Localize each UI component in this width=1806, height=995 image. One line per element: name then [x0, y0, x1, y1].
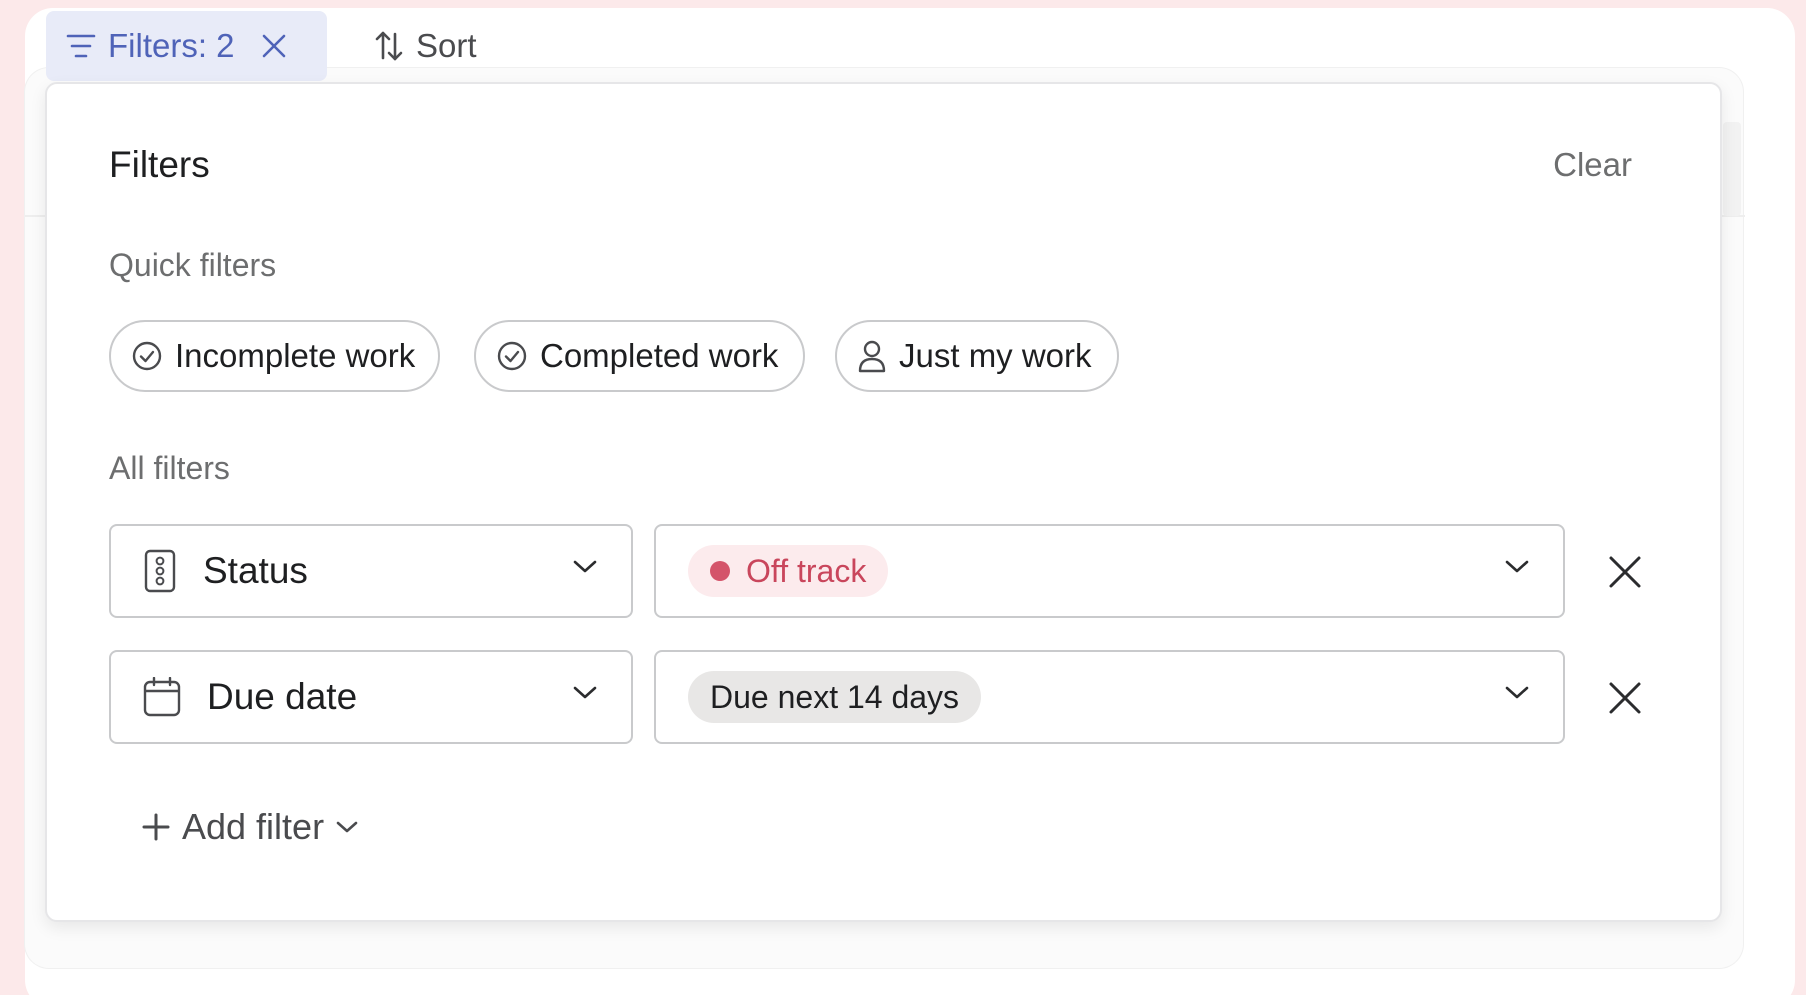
- filters-button[interactable]: Filters: 2: [46, 11, 327, 81]
- filters-count-label: Filters: 2: [108, 27, 235, 64]
- filter-field-label: Status: [203, 550, 308, 591]
- check-circle-icon: [496, 340, 528, 372]
- remove-filter-due-date-button[interactable]: [1605, 678, 1645, 718]
- quick-filter-completed-work[interactable]: Completed work: [474, 320, 805, 392]
- panel-title: Filters: [109, 144, 210, 185]
- chevron-down-icon: [1505, 686, 1529, 700]
- sort-label: Sort: [416, 27, 477, 64]
- quick-filter-incomplete-work[interactable]: Incomplete work: [109, 320, 440, 392]
- chevron-down-icon: [1505, 560, 1529, 574]
- close-icon: [1608, 681, 1642, 715]
- filter-value-select-status[interactable]: Off track: [654, 524, 1565, 618]
- background-scrollbar: [1723, 122, 1741, 216]
- close-icon: [1608, 555, 1642, 589]
- chevron-down-icon: [336, 820, 358, 834]
- chevron-down-icon: [573, 560, 597, 574]
- quick-filter-label: Incomplete work: [175, 337, 416, 374]
- clear-filters-x-icon[interactable]: [261, 33, 287, 59]
- check-circle-icon: [131, 340, 163, 372]
- status-icon: [143, 549, 177, 593]
- due-date-value-label: Due next 14 days: [710, 678, 960, 715]
- quick-filter-label: Just my work: [899, 337, 1092, 374]
- filter-field-select-due-date[interactable]: Due date: [109, 650, 633, 744]
- filter-value-select-due-date[interactable]: Due next 14 days: [654, 650, 1565, 744]
- calendar-icon: [143, 677, 181, 717]
- status-value-token: Off track: [688, 545, 889, 597]
- quick-filter-just-my-work[interactable]: Just my work: [835, 320, 1119, 392]
- filter-field-label: Due date: [207, 676, 358, 717]
- filter-lines-icon: [66, 33, 96, 59]
- sort-arrows-icon: [374, 30, 404, 62]
- sort-button[interactable]: Sort: [370, 11, 477, 81]
- chevron-down-icon: [573, 686, 597, 700]
- status-value-label: Off track: [746, 552, 867, 589]
- quick-filters-label: Quick filters: [109, 247, 277, 283]
- quick-filter-label: Completed work: [540, 337, 779, 374]
- plus-icon: [142, 813, 170, 841]
- all-filters-label: All filters: [109, 450, 230, 486]
- status-dot-icon: [710, 561, 730, 581]
- due-date-value-token: Due next 14 days: [688, 671, 982, 723]
- person-icon: [857, 339, 887, 373]
- add-filter-label: Add filter: [182, 806, 325, 847]
- filter-field-select-status[interactable]: Status: [109, 524, 633, 618]
- remove-filter-status-button[interactable]: [1605, 552, 1645, 592]
- filters-panel: Filters Clear Quick filters Incomplete w…: [45, 82, 1722, 922]
- add-filter-button[interactable]: Add filter: [142, 806, 358, 848]
- clear-button[interactable]: Clear: [1553, 146, 1632, 184]
